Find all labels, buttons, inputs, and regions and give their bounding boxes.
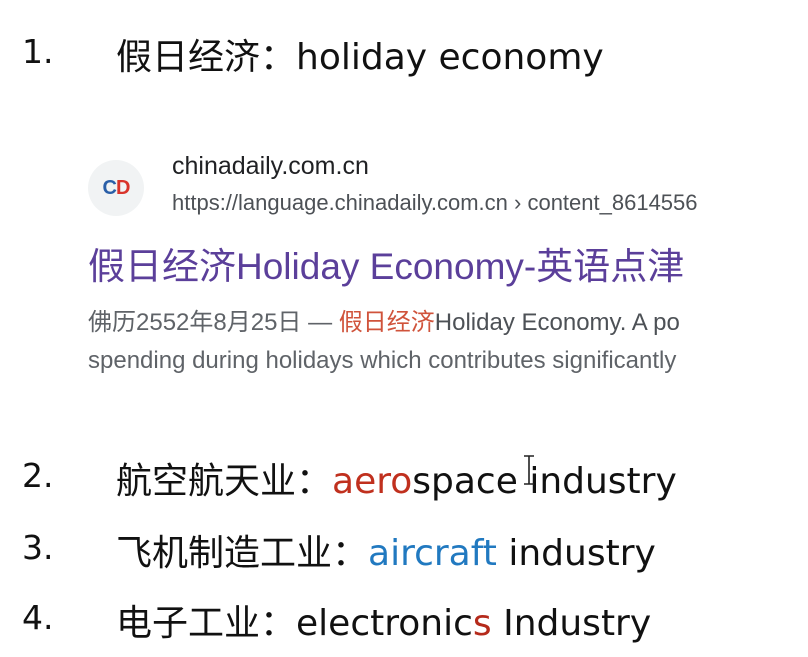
item-number: 2.	[22, 456, 54, 495]
snippet-date: 佛历2552年8月25日 —	[88, 309, 339, 336]
chinese-term: 航空航天业：	[116, 461, 333, 502]
english-term-rest: industry	[496, 533, 656, 574]
english-term-rest: Industry	[491, 603, 652, 644]
item-text: 假日经济：holiday economy	[116, 28, 604, 80]
result-site-name[interactable]: chinadaily.com.cn	[172, 152, 369, 181]
result-snippet-line-2: spending during holidays which contribut…	[88, 347, 677, 374]
result-url[interactable]: https://language.chinadaily.com.cn › con…	[172, 190, 698, 216]
text-cursor-icon	[524, 455, 534, 485]
item-number: 1.	[22, 32, 54, 71]
item-text: 电子工业：electronics Industry	[116, 594, 651, 646]
item-number: 4.	[22, 598, 54, 637]
english-term-rest: space industry	[412, 461, 677, 502]
chinese-term: 假日经济：	[116, 37, 297, 78]
result-snippet-line-1: 佛历2552年8月25日 — 假日经济Holiday Economy. A po	[88, 302, 680, 337]
search-result: CD chinadaily.com.cn https://language.ch…	[88, 150, 808, 390]
chinese-term: 飞机制造工业：	[116, 533, 369, 574]
english-term-pre: electronic	[296, 603, 473, 644]
chinese-term: 电子工业：	[116, 603, 297, 644]
english-term-highlight: aero	[332, 461, 413, 502]
item-text: 飞机制造工业：aircraft industry	[116, 524, 656, 576]
snippet-text: Holiday Economy. A po	[434, 309, 680, 336]
snippet-highlight: 假日经济	[338, 309, 435, 336]
english-term-highlight: aircraft	[368, 533, 497, 574]
item-text: 航空航天业：aerospace industry	[116, 452, 677, 504]
chinadaily-favicon-icon: CD	[88, 160, 144, 216]
english-term: holiday economy	[296, 37, 604, 78]
english-term-highlight: s	[472, 603, 492, 644]
item-number: 3.	[22, 528, 54, 567]
result-title-link[interactable]: 假日经济Holiday Economy-英语点津	[88, 236, 684, 290]
